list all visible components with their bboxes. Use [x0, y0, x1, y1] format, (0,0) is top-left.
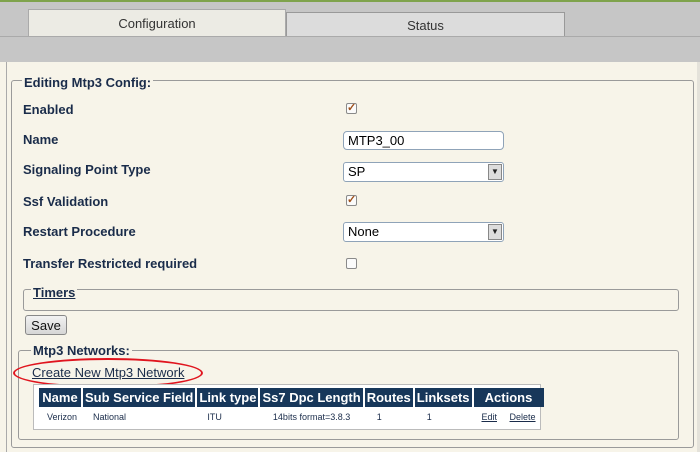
restart-procedure-label: Restart Procedure	[23, 224, 136, 239]
dropdown-arrow-icon[interactable]: ▼	[488, 164, 502, 180]
tab-status[interactable]: Status	[286, 12, 565, 37]
signaling-point-type-value: SP	[348, 164, 366, 179]
tab-configuration[interactable]: Configuration	[28, 9, 286, 37]
transfer-restricted-label: Transfer Restricted required	[23, 256, 198, 271]
cell-sub-service-field: National	[93, 412, 127, 422]
column-header-sub-service-field: Sub Service Field	[83, 388, 196, 407]
edit-link[interactable]: Edit	[481, 412, 497, 422]
cell-linksets: 1	[426, 412, 432, 422]
timers-fieldset	[23, 289, 679, 311]
enabled-label: Enabled	[23, 102, 74, 117]
ssf-validation-checkbox[interactable]: ✓	[346, 195, 357, 206]
column-header-name: Name	[39, 388, 81, 407]
checkmark-icon: ✓	[347, 194, 357, 206]
cell-link-type: ITU	[207, 412, 222, 422]
restart-procedure-value: None	[348, 224, 380, 239]
column-header-ss7-dpc-length: Ss7 Dpc Length	[260, 388, 363, 407]
signaling-point-type-label: Signaling Point Type	[23, 162, 151, 177]
cell-actions: Edit Delete	[474, 407, 544, 427]
restart-procedure-select[interactable]: None ▼	[343, 222, 504, 242]
cell-routes: 1	[376, 412, 382, 422]
table-header-row: Name Sub Service Field Link type Ss7 Dpc…	[39, 388, 544, 407]
tab-status-label: Status	[407, 17, 444, 33]
transfer-restricted-checkbox[interactable]	[346, 258, 357, 269]
edit-mtp3-config-legend: Editing Mtp3 Config:	[22, 75, 154, 90]
save-button[interactable]: Save	[25, 315, 67, 335]
name-input[interactable]: MTP3_00	[343, 131, 504, 150]
tab-configuration-label: Configuration	[118, 16, 196, 31]
signaling-point-type-select[interactable]: SP ▼	[343, 162, 504, 182]
enabled-checkbox[interactable]: ✓	[346, 103, 357, 114]
networks-table: Name Sub Service Field Link type Ss7 Dpc…	[37, 388, 546, 427]
table-row: Verizon National ITU 14bits format=3.8.3…	[39, 407, 544, 427]
cell-name: Verizon	[47, 412, 78, 422]
tab-divider	[0, 36, 700, 37]
column-header-linksets: Linksets	[414, 388, 472, 407]
mtp3-networks-legend: Mtp3 Networks:	[31, 343, 132, 358]
timers-legend[interactable]: Timers	[31, 285, 78, 300]
column-header-routes: Routes	[364, 388, 413, 407]
delete-link[interactable]: Delete	[510, 412, 536, 422]
name-label: Name	[23, 132, 59, 147]
column-header-actions: Actions	[473, 388, 544, 407]
cell-ss7-dpc-length: 14bits format=3.8.3	[272, 412, 351, 422]
dropdown-arrow-icon[interactable]: ▼	[488, 224, 502, 240]
checkmark-icon: ✓	[347, 102, 357, 114]
ssf-validation-label: Ssf Validation	[23, 194, 109, 209]
top-accent-line	[0, 0, 700, 2]
column-header-link-type: Link type	[197, 388, 259, 407]
